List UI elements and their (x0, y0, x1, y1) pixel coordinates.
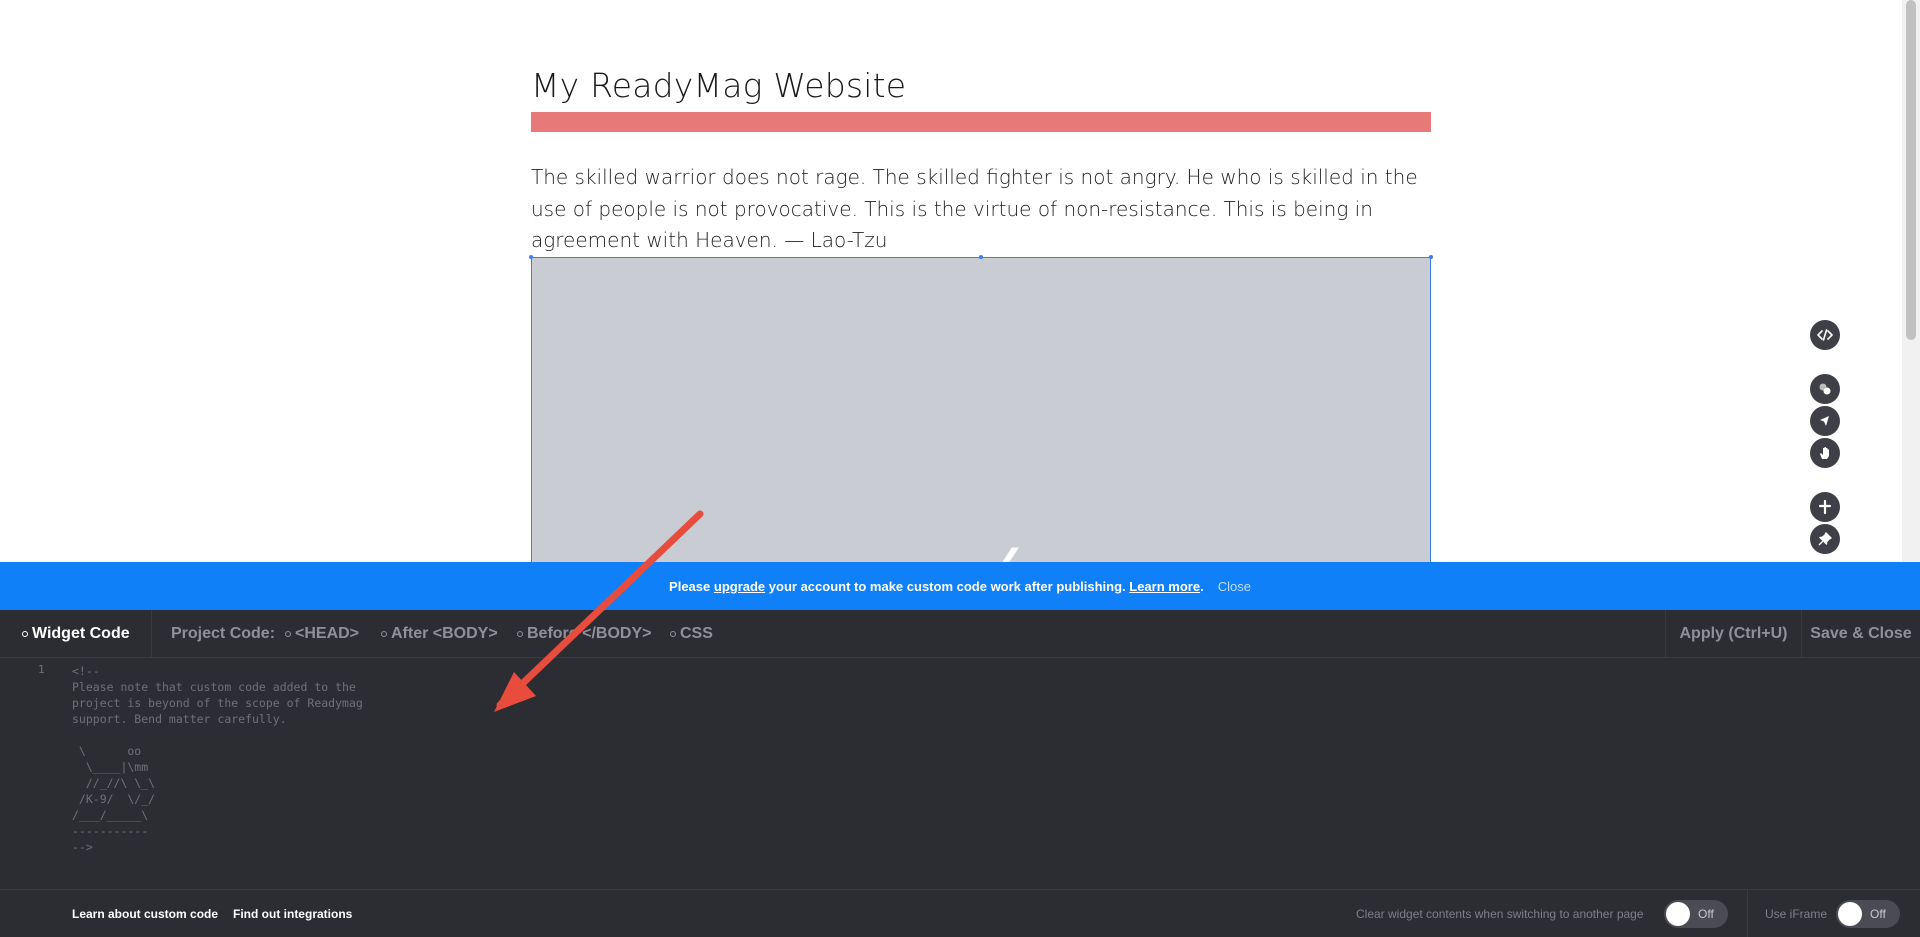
upgrade-banner: Please upgrade your account to make cust… (0, 562, 1920, 610)
scrollbar-thumb[interactable] (1906, 0, 1916, 340)
select-arrow-icon[interactable] (1810, 406, 1840, 436)
learn-custom-code-link[interactable]: Learn about custom code (72, 890, 218, 937)
annotation-arrow-icon (494, 510, 704, 712)
banner-close-link[interactable]: Close (1218, 579, 1251, 594)
tab-dot-icon (381, 631, 387, 637)
toggle-knob (1666, 902, 1690, 926)
resize-handle-top-left[interactable] (529, 255, 533, 259)
tab-widget-code-label: Widget Code (32, 625, 130, 642)
iframe-toggle-state: Off (1870, 907, 1886, 921)
panel-footer: Learn about custom code Find out integra… (0, 889, 1920, 937)
page-title[interactable]: My ReadyMag Website (531, 66, 906, 105)
hand-icon[interactable] (1810, 438, 1840, 468)
readymag-editor: My ReadyMag Website The skilled warrior … (0, 0, 1920, 937)
find-integrations-link[interactable]: Find out integrations (233, 890, 352, 937)
tab-dot-icon (285, 631, 291, 637)
quote-text[interactable]: The skilled warrior does not rage. The s… (531, 162, 1431, 257)
resize-handle-top[interactable] (979, 255, 983, 259)
code-editor-panel: Widget Code Project Code: <HEAD> After <… (0, 610, 1920, 937)
accent-bar[interactable] (531, 112, 1431, 132)
upgrade-link[interactable]: upgrade (714, 579, 765, 594)
code-editor[interactable]: 1 <!-- Please note that custom code adde… (0, 659, 1920, 889)
tab-widget-code[interactable]: Widget Code (0, 610, 152, 658)
tab-head[interactable]: <HEAD> (285, 610, 359, 658)
clear-widget-toggle-state: Off (1698, 907, 1714, 921)
toggle-knob (1838, 902, 1862, 926)
iframe-label: Use iFrame (1765, 907, 1828, 921)
code-icon[interactable] (1810, 320, 1840, 350)
resize-handle-top-right[interactable] (1429, 255, 1433, 259)
banner-period: . (1200, 578, 1204, 594)
save-close-button[interactable]: Save & Close (1801, 610, 1920, 658)
page-canvas: My ReadyMag Website The skilled warrior … (0, 0, 1902, 604)
line-number: 1 (38, 663, 45, 676)
code-tabbar: Widget Code Project Code: <HEAD> After <… (0, 610, 1920, 658)
active-dot-icon (22, 631, 28, 637)
add-icon[interactable] (1810, 492, 1840, 522)
layers-icon[interactable] (1810, 374, 1840, 404)
clear-widget-label: Clear widget contents when switching to … (1356, 907, 1644, 921)
clear-widget-toggle[interactable]: Off (1664, 900, 1728, 928)
footer-divider (1747, 890, 1748, 937)
project-code-label: Project Code: (171, 625, 276, 642)
iframe-toggle[interactable]: Off (1836, 900, 1900, 928)
code-content[interactable]: <!-- Please note that custom code added … (72, 663, 363, 855)
pin-icon[interactable] (1810, 524, 1840, 554)
tab-head-label: <HEAD> (295, 625, 360, 642)
apply-button[interactable]: Apply (Ctrl+U) (1665, 610, 1801, 658)
banner-text-middle: your account to make custom code work af… (768, 578, 1126, 594)
learn-more-link[interactable]: Learn more (1129, 579, 1200, 594)
